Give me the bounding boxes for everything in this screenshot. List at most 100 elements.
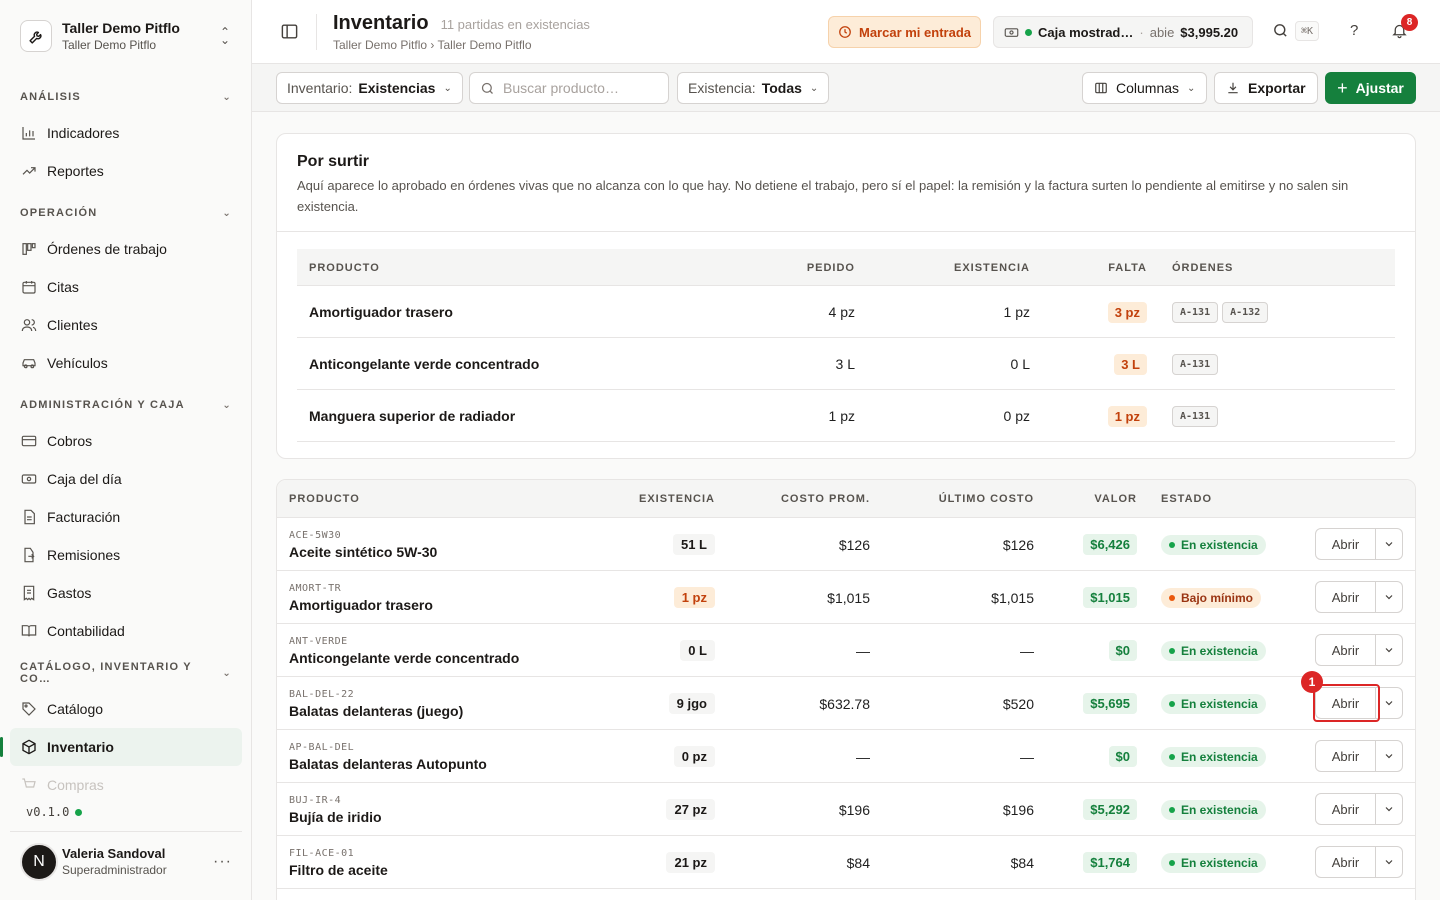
product-search[interactable]: [469, 72, 669, 104]
section-operacion[interactable]: OPERACIÓN ⌄: [10, 196, 242, 230]
step-marker: 1: [1301, 671, 1323, 693]
open-button[interactable]: Abrir: [1315, 634, 1376, 666]
order-chip[interactable]: A-131: [1172, 353, 1219, 375]
table-row[interactable]: BAL-DEL-22 Balatas delanteras (juego) 9 jg…: [277, 671, 1415, 730]
chevron-down-icon: ⌄: [443, 82, 452, 94]
search-input[interactable]: [503, 80, 653, 96]
product-name: Balatas delanteras Autopunto: [289, 755, 487, 772]
col-valor: VALOR: [1094, 493, 1137, 505]
table-row[interactable]: ANT-VERDE Anticongelante verde concentrad…: [277, 624, 1415, 677]
order-chip[interactable]: A-131: [1172, 301, 1219, 323]
credit-card-icon: [20, 433, 37, 450]
section-administracion[interactable]: ADMINISTRACIÓN Y CAJA ⌄: [10, 388, 242, 422]
table-row[interactable]: Anticongelante verde concentrado 3 L 0 L…: [297, 338, 1395, 390]
stock-qty: 0 L: [680, 640, 715, 661]
sidebar-item-label: Cobros: [47, 433, 93, 449]
sidebar-item-clientes[interactable]: Clientes: [10, 306, 242, 344]
chevron-down-icon[interactable]: [1376, 846, 1403, 878]
sidebar-item-gastos[interactable]: Gastos: [10, 574, 242, 612]
section-catalogo[interactable]: CATÁLOGO, INVENTARIO Y CO… ⌄: [10, 656, 242, 690]
open-button[interactable]: Abrir: [1315, 581, 1376, 613]
sidebar-item-compras[interactable]: Compras: [10, 766, 242, 804]
calendar-icon: [20, 279, 37, 296]
section-analisis[interactable]: ANÁLISIS ⌄: [10, 80, 242, 114]
table-row[interactable]: ACE-5W30 Aceite sintético 5W-30 51 L $126 $1…: [277, 518, 1415, 571]
sidebar-item-indicadores[interactable]: Indicadores: [10, 114, 242, 152]
sidebar-toggle-icon[interactable]: [280, 22, 300, 42]
row-actions: Abrir: [1315, 528, 1403, 560]
export-button[interactable]: Exportar: [1214, 72, 1318, 104]
org-switcher[interactable]: Taller Demo Pitflo Taller Demo Pitflo ⌃ ⌄: [10, 10, 240, 62]
status-dot: [1169, 594, 1175, 601]
order-chip[interactable]: A-132: [1222, 301, 1269, 323]
table-row[interactable]: AMORT-TR Amortiguador trasero 1 pz $1,015 $1…: [277, 571, 1415, 624]
status-badge: En existencia: [1161, 799, 1266, 820]
sidebar-item-label: Facturación: [47, 509, 121, 525]
sidebar-item-ordenes[interactable]: Órdenes de trabajo: [10, 230, 242, 268]
avg-cost: $126: [838, 536, 870, 553]
sidebar-item-label: Contabilidad: [47, 623, 125, 639]
sidebar-item-catalogo[interactable]: Catálogo: [10, 690, 242, 728]
toolbar: Inventario: Existencias ⌄ Existencia: To…: [252, 64, 1440, 112]
stock-filter-select[interactable]: Existencia: Todas ⌄: [677, 72, 830, 104]
table-row[interactable]: BUJ-IR-4 Bujía de iridio 27 pz $196 $196 $5,2…: [277, 783, 1415, 836]
sidebar-item-remisiones[interactable]: Remisiones: [10, 536, 242, 574]
open-button[interactable]: Abrir: [1315, 740, 1376, 772]
status-badge: En existencia: [1161, 693, 1266, 714]
table-row[interactable]: AP-BAL-DEL Balatas delanteras Autopunto 0 …: [277, 730, 1415, 783]
open-button[interactable]: Abrir: [1315, 793, 1376, 825]
sidebar-item-caja[interactable]: Caja del día: [10, 460, 242, 498]
cash-register-selector[interactable]: Caja mostrad… · abie $3,995.20: [993, 16, 1253, 48]
adjust-button[interactable]: + Ajustar: [1325, 72, 1416, 104]
chevron-down-icon[interactable]: [1376, 740, 1403, 772]
table-row[interactable]: FIL-ACE-01 Filtro de aceite 21 pz $84 $84 $1,…: [277, 836, 1415, 889]
stock-qty: 1 pz: [1003, 304, 1030, 320]
stock-qty: 51 L: [672, 534, 715, 555]
sidebar-item-inventario[interactable]: Inventario: [0, 728, 242, 766]
sidebar-item-facturacion[interactable]: Facturación: [10, 498, 242, 536]
chevron-down-icon[interactable]: [1376, 581, 1403, 613]
chevron-down-icon[interactable]: [1376, 687, 1403, 719]
status-label: En existencia: [1181, 855, 1258, 870]
sidebar-item-citas[interactable]: Citas: [10, 268, 242, 306]
chevron-down-icon[interactable]: [1376, 634, 1403, 666]
avg-cost: $632.78: [819, 695, 870, 712]
sidebar-item-cobros[interactable]: Cobros: [10, 422, 242, 460]
breadcrumb[interactable]: Taller Demo Pitflo › Taller Demo Pitflo: [333, 38, 590, 52]
users-icon: [20, 317, 37, 334]
sidebar-item-contabilidad[interactable]: Contabilidad: [10, 612, 242, 650]
clock-in-button[interactable]: Marcar mi entrada: [828, 16, 981, 48]
status-dot: [75, 808, 83, 816]
table-row[interactable]: Amortiguador trasero 4 pz 1 pz 3 pz A-13…: [297, 286, 1395, 338]
restock-card: Por surtir Aquí aparece lo aprobado en ó…: [276, 133, 1416, 459]
car-icon: [20, 355, 37, 372]
open-button[interactable]: Abrir: [1315, 846, 1376, 878]
chevron-down-icon[interactable]: [1376, 793, 1403, 825]
search-icon[interactable]: [1272, 22, 1289, 42]
sidebar-item-label: Inventario: [47, 739, 114, 755]
chevron-down-icon[interactable]: [1376, 528, 1403, 560]
help-icon[interactable]: ?: [1350, 22, 1358, 39]
cash-icon: [20, 471, 37, 488]
open-button[interactable]: Abrir: [1315, 687, 1376, 719]
plus-icon: +: [1337, 77, 1348, 98]
stock-value: $5,695: [1083, 693, 1137, 714]
columns-button[interactable]: Columnas ⌄: [1082, 72, 1208, 104]
stock-qty: 27 pz: [666, 799, 715, 820]
more-icon[interactable]: ···: [213, 853, 232, 871]
status-dot: [1169, 647, 1175, 654]
file-arrow-icon: [20, 547, 37, 564]
inventory-view-select[interactable]: Inventario: Existencias ⌄: [276, 72, 463, 104]
card-title: Por surtir: [297, 153, 370, 170]
sidebar-item-vehiculos[interactable]: Vehículos: [10, 344, 242, 382]
user-menu[interactable]: N Valeria Sandoval Superadministrador ··…: [10, 831, 242, 891]
status-badge: Bajo mínimo: [1161, 587, 1262, 608]
sidebar-item-reportes[interactable]: Reportes: [10, 152, 242, 190]
sidebar-item-label: Caja del día: [47, 471, 122, 487]
table-row[interactable]: Manguera superior de radiador 1 pz 0 pz …: [297, 390, 1395, 442]
avatar: N: [20, 842, 58, 881]
order-chip[interactable]: A-131: [1172, 405, 1219, 427]
open-button[interactable]: Abrir: [1315, 528, 1376, 560]
product-name: Manguera superior de radiador: [309, 408, 516, 424]
section-label: ANÁLISIS: [20, 91, 81, 103]
